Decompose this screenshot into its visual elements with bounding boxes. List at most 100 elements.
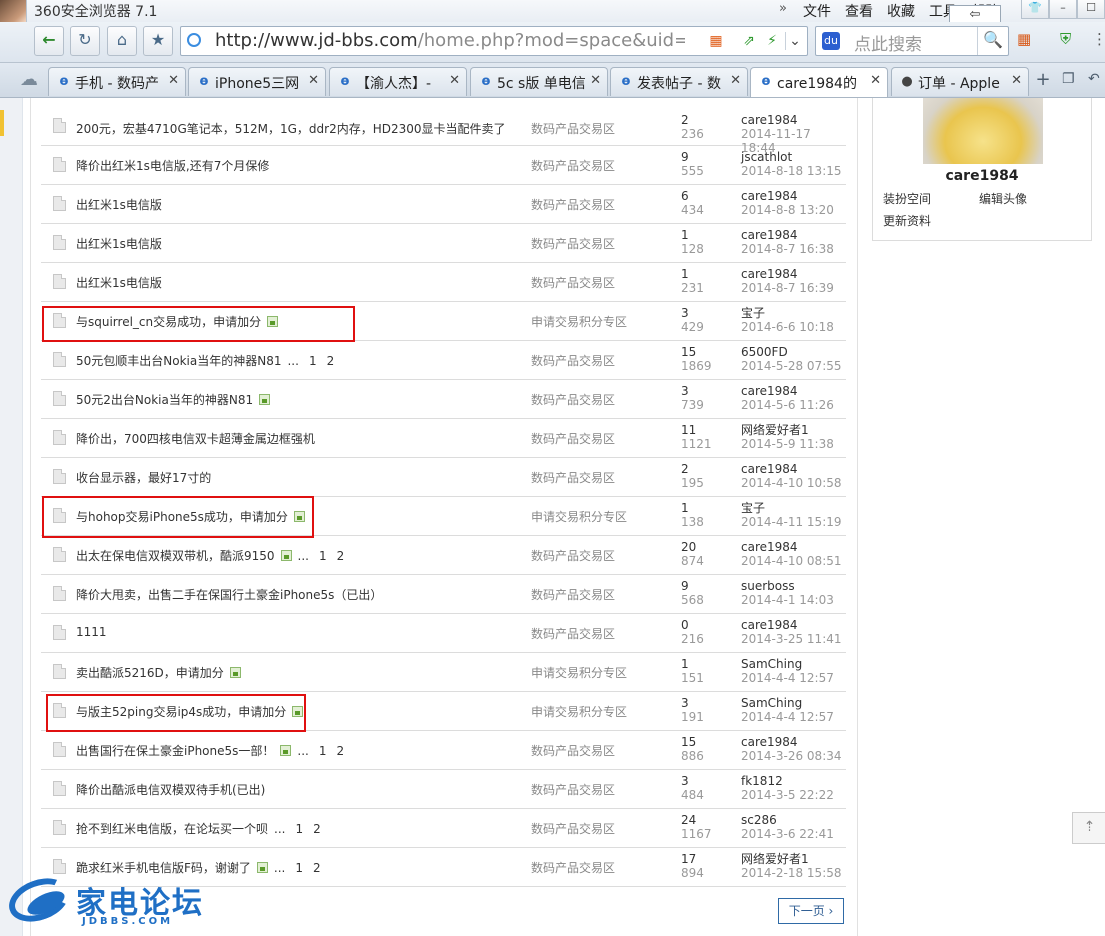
forum-link[interactable]: 申请交易积分专区 (531, 664, 627, 681)
search-input[interactable]: 点此搜索 (854, 30, 922, 55)
home-button[interactable]: ⌂ (107, 26, 137, 56)
menu-favorites[interactable]: 收藏 (887, 1, 915, 21)
shield-icon[interactable]: ⛨ (1060, 30, 1071, 48)
thread-title-link[interactable]: 出红米1s电信版 (76, 198, 162, 212)
forum-link[interactable]: 数码产品交易区 (531, 120, 615, 137)
forum-link[interactable]: 数码产品交易区 (531, 469, 615, 486)
tab-4[interactable]: ɵ 发表帖子 - 数 ✕ (610, 67, 748, 96)
last-poster-link[interactable]: care1984 (741, 385, 798, 398)
thread-page-link[interactable]: 2 (337, 744, 345, 758)
address-bar[interactable]: http://www.jd-bbs.com/home.php?mod=space… (180, 26, 808, 56)
chevron-down-icon[interactable]: ⌄ (785, 32, 804, 50)
last-poster-link[interactable]: suerboss (741, 580, 795, 593)
thread-page-link[interactable]: 1 (319, 744, 327, 758)
restore-window-icon[interactable]: ❐ (1062, 71, 1075, 87)
cloud-icon[interactable]: ☁ (20, 69, 38, 90)
last-poster-link[interactable]: 网络爱好者1 (741, 424, 809, 437)
forum-link[interactable]: 数码产品交易区 (531, 157, 615, 174)
profile-username[interactable]: care1984 (873, 168, 1091, 184)
forum-link[interactable]: 数码产品交易区 (531, 235, 615, 252)
thread-title-link[interactable]: 50元包顺丰出台Nokia当年的神器N81 (76, 354, 281, 368)
thread-title-link[interactable]: 1111 (76, 625, 107, 639)
thread-page-link[interactable]: 1 (295, 822, 303, 836)
close-icon[interactable]: ✕ (730, 73, 741, 88)
thread-title-link[interactable]: 200元，宏基4710G笔记本，512M，1G，ddr2内存，HD2300显卡当… (76, 122, 506, 136)
thread-title-link[interactable]: 抢不到红米电信版，在论坛买一个呗 (76, 822, 268, 836)
thread-title-link[interactable]: 出红米1s电信版 (76, 276, 162, 290)
decorate-space-link[interactable]: 装扮空间 (883, 190, 931, 207)
update-profile-link[interactable]: 更新资料 (883, 212, 931, 229)
tab-5[interactable]: ɵ care1984的 ✕ (750, 67, 888, 97)
last-poster-link[interactable]: 宝子 (741, 502, 765, 515)
last-poster-link[interactable]: sc286 (741, 814, 777, 827)
share-icon[interactable]: ⇗ (740, 32, 758, 50)
last-poster-link[interactable]: care1984 (741, 268, 798, 281)
apps-icon[interactable]: ▦ (1017, 30, 1031, 48)
undo-close-icon[interactable]: ↶ (1088, 71, 1100, 87)
thread-title-link[interactable]: 出售国行在保土豪金iPhone5s一部！ (76, 744, 274, 758)
back-button[interactable]: ← (34, 26, 64, 56)
last-poster-link[interactable]: care1984 (741, 736, 798, 749)
forum-link[interactable]: 申请交易积分专区 (531, 313, 627, 330)
close-icon[interactable]: ✕ (870, 73, 881, 88)
menu-more-chevron-icon[interactable]: » (779, 1, 787, 21)
search-box[interactable]: du 点此搜索 🔍 (815, 26, 1009, 56)
forum-link[interactable]: 数码产品交易区 (531, 547, 615, 564)
tab-0[interactable]: ɵ 手机 - 数码产 ✕ (48, 67, 186, 96)
last-poster-link[interactable]: 宝子 (741, 307, 765, 320)
new-tab-icon[interactable]: + (1032, 70, 1054, 92)
address-input[interactable]: http://www.jd-bbs.com/home.php?mod=space… (215, 30, 685, 51)
tab-2[interactable]: ɵ 【渝人杰】- ✕ (329, 67, 467, 96)
thread-page-link[interactable]: 2 (313, 861, 321, 875)
forum-link[interactable]: 数码产品交易区 (531, 586, 615, 603)
forum-link[interactable]: 数码产品交易区 (531, 742, 615, 759)
last-poster-link[interactable]: care1984 (741, 541, 798, 554)
forum-link[interactable]: 数码产品交易区 (531, 820, 615, 837)
close-icon[interactable]: ✕ (449, 73, 460, 88)
close-icon[interactable]: ✕ (308, 73, 319, 88)
thread-title-link[interactable]: 出红米1s电信版 (76, 237, 162, 251)
edit-avatar-link[interactable]: 编辑头像 (979, 190, 1027, 207)
favorite-button[interactable]: ★ (143, 26, 173, 56)
thread-page-link[interactable]: 2 (327, 354, 335, 368)
thread-title-link[interactable]: 收台显示器，最好17寸的 (76, 471, 211, 485)
thread-title-link[interactable]: 降价大甩卖，出售二手在保国行土豪金iPhone5s（已出） (76, 588, 382, 602)
close-icon[interactable]: ✕ (590, 73, 601, 88)
forum-link[interactable]: 数码产品交易区 (531, 391, 615, 408)
close-icon[interactable]: ✕ (1011, 73, 1022, 88)
last-poster-link[interactable]: jscathlot (741, 151, 792, 164)
scroll-to-top-icon[interactable]: ⇡ (1072, 812, 1105, 844)
skin-icon[interactable]: 👕 (1021, 0, 1049, 19)
forum-link[interactable]: 数码产品交易区 (531, 781, 615, 798)
thread-page-link[interactable]: 1 (295, 861, 303, 875)
forum-link[interactable]: 数码产品交易区 (531, 859, 615, 876)
last-poster-link[interactable]: care1984 (741, 229, 798, 242)
forum-link[interactable]: 数码产品交易区 (531, 352, 615, 369)
profile-avatar[interactable] (923, 98, 1043, 164)
thread-title-link[interactable]: 降价出红米1s电信版,还有7个月保修 (76, 159, 269, 173)
thread-title-link[interactable]: 卖出酷派5216D，申请加分 (76, 666, 224, 680)
tab-6[interactable]: ● 订单 - Apple ✕ (891, 67, 1029, 96)
last-poster-link[interactable]: care1984 (741, 619, 798, 632)
forum-link[interactable]: 数码产品交易区 (531, 625, 615, 642)
thread-title-link[interactable]: 降价出酷派电信双模双待手机(已出) (76, 783, 265, 797)
thread-page-link[interactable]: 2 (313, 822, 321, 836)
thread-title-link[interactable]: 跪求红米手机电信版F码，谢谢了 (76, 861, 251, 875)
maximize-icon[interactable]: ☐ (1077, 0, 1105, 19)
thread-title-link[interactable]: 出太在保电信双模双带机，酷派9150 (76, 549, 275, 563)
thread-page-link[interactable]: 1 (319, 549, 327, 563)
search-engine-icon[interactable]: du (822, 32, 840, 50)
minimize-icon[interactable]: – (1049, 0, 1077, 19)
close-icon[interactable]: ✕ (168, 73, 179, 88)
next-page-button[interactable]: 下一页 › (778, 898, 844, 924)
forum-link[interactable]: 申请交易积分专区 (531, 703, 627, 720)
refresh-button[interactable]: ↻ (70, 26, 100, 56)
thread-page-link[interactable]: 2 (337, 549, 345, 563)
compat-mode-icon[interactable]: ▦ (707, 32, 725, 50)
forum-link[interactable]: 数码产品交易区 (531, 274, 615, 291)
speed-mode-icon[interactable]: ⚡ (763, 32, 781, 50)
last-poster-link[interactable]: care1984 (741, 463, 798, 476)
forum-link[interactable]: 数码产品交易区 (531, 430, 615, 447)
last-poster-link[interactable]: 网络爱好者1 (741, 853, 809, 866)
last-poster-link[interactable]: 6500FD (741, 346, 788, 359)
